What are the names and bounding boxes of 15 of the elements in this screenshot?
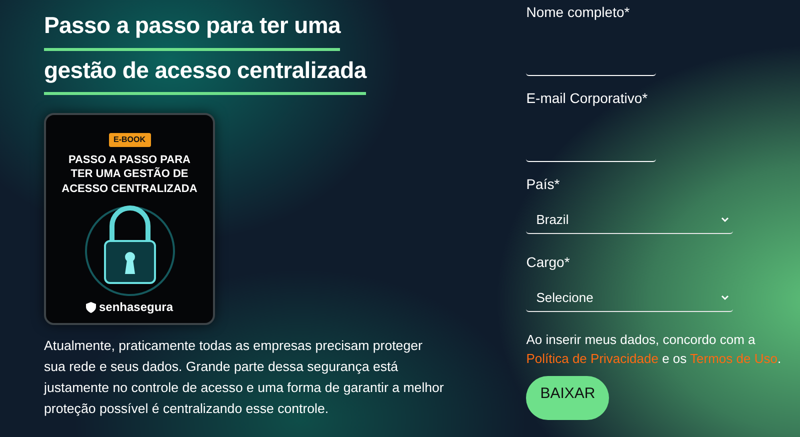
brand-logo: senhasegura — [86, 298, 174, 316]
select-field[interactable]: Selecione — [526, 284, 734, 312]
cover-title: PASSO A PASSO PARA TER UMA GESTÃO DE ACESSO CENTRALIZADA — [62, 153, 198, 196]
download-button[interactable]: BAIXAR — [526, 376, 610, 420]
heading-line: gestão de acesso centralizada — [44, 56, 366, 96]
intro-paragraph: Atualmente, praticamente todas as empresas precisam proteger sua rede e seus dados. Grande parte dessa segurança está justamente no controle de acesso e uma forma de garantir a melhor proteção possível é centralizando esse controle. — [44, 337, 444, 418]
field-label: País* — [526, 175, 561, 194]
policy-link[interactable]: Política de Privacidade — [526, 351, 658, 366]
consent-text: Ao inserir meus dados, concordo com a Política de Privacidade e os Termos de Uso. — [526, 331, 782, 368]
heading-line: Passo a passo para ter uma — [44, 12, 340, 51]
select-field[interactable]: Brazil — [526, 206, 734, 234]
field-label: Nome completo* — [526, 3, 631, 22]
field-label: Cargo* — [526, 253, 571, 272]
field-label: E-mail Corporativo* — [526, 89, 649, 108]
ebook-tag: E-BOOK — [108, 133, 150, 148]
